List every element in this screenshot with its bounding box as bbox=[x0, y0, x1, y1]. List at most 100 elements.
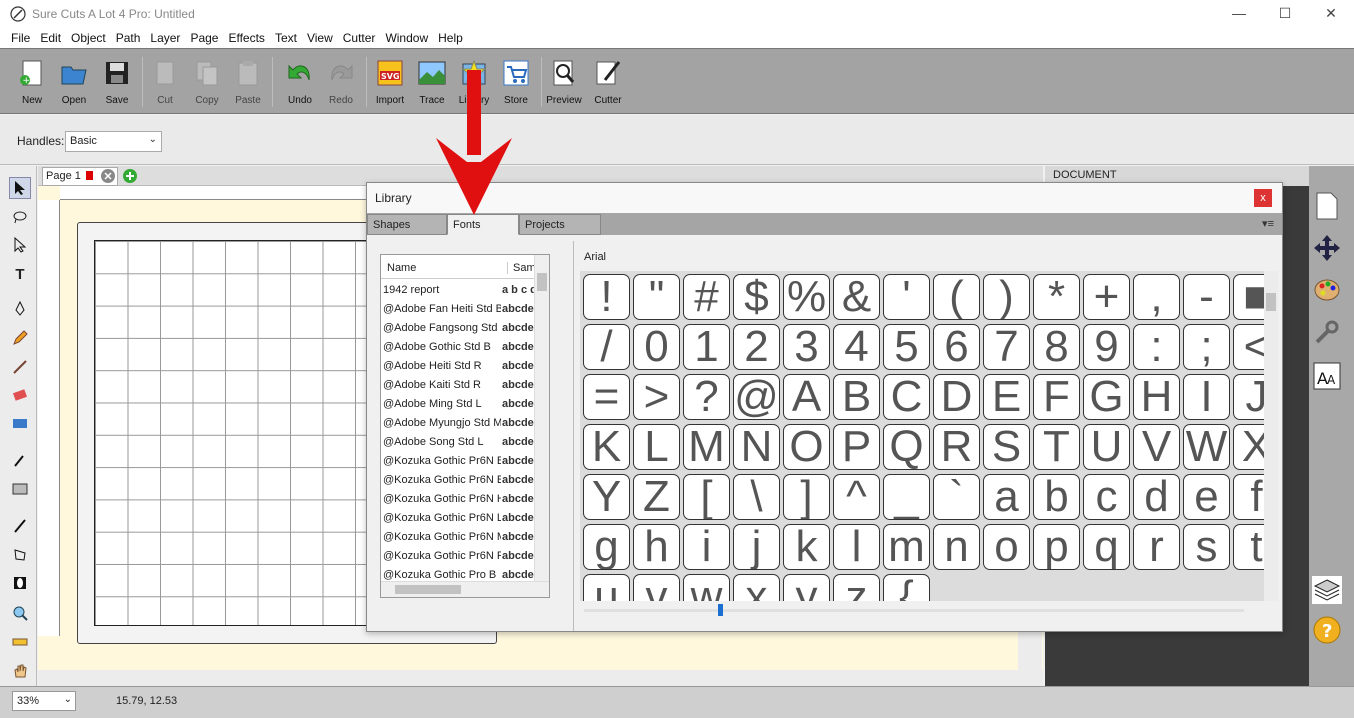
cut-button[interactable]: Cut bbox=[143, 55, 187, 111]
copy-button[interactable]: Copy bbox=[185, 55, 229, 111]
glyph-tile[interactable]: z bbox=[833, 574, 880, 601]
menu-object[interactable]: Object bbox=[66, 31, 111, 45]
glyph-tile[interactable]: ? bbox=[683, 374, 730, 420]
panel-menu-icon[interactable]: ▾≡ bbox=[1262, 217, 1274, 230]
open-button[interactable]: Open bbox=[52, 55, 96, 111]
glyph-tile[interactable]: 9 bbox=[1083, 324, 1130, 370]
weld-icon[interactable] bbox=[9, 572, 31, 594]
library-button[interactable]: Library bbox=[452, 55, 496, 111]
glyph-tile[interactable]: > bbox=[633, 374, 680, 420]
glyph-tile[interactable]: " bbox=[633, 274, 680, 320]
glyph-tile[interactable]: g bbox=[583, 524, 630, 570]
glyph-tile[interactable]: = bbox=[583, 374, 630, 420]
minimize-button[interactable]: — bbox=[1216, 0, 1262, 26]
glyph-tile[interactable]: o bbox=[983, 524, 1030, 570]
glyph-tile[interactable]: D bbox=[933, 374, 980, 420]
glyph-tile[interactable]: : bbox=[1133, 324, 1180, 370]
glyph-tile[interactable]: G bbox=[1083, 374, 1130, 420]
glyph-tile[interactable]: [ bbox=[683, 474, 730, 520]
glyph-tile[interactable]: u bbox=[583, 574, 630, 601]
glyph-tile[interactable]: f bbox=[1233, 474, 1264, 520]
zoom-magnifier-icon[interactable] bbox=[9, 602, 31, 624]
glyph-tile[interactable]: m bbox=[883, 524, 930, 570]
glyph-tile[interactable]: 0 bbox=[633, 324, 680, 370]
glyph-tile[interactable]: # bbox=[683, 274, 730, 320]
tab-fonts[interactable]: Fonts bbox=[447, 214, 519, 235]
new-button[interactable]: + New bbox=[10, 55, 54, 111]
close-page-icon[interactable] bbox=[100, 168, 116, 184]
glyph-tile[interactable]: c bbox=[1083, 474, 1130, 520]
glyph-tile[interactable]: , bbox=[1133, 274, 1180, 320]
font-list-item[interactable]: 1942 report a b c d bbox=[381, 281, 536, 300]
glyph-tile[interactable]: q bbox=[1083, 524, 1130, 570]
glyph-tile[interactable]: ) bbox=[983, 274, 1030, 320]
glyph-tile[interactable]: T bbox=[1033, 424, 1080, 470]
knife-icon[interactable] bbox=[9, 515, 31, 537]
glyph-tile[interactable]: X bbox=[1233, 424, 1264, 470]
handles-dropdown[interactable]: Basic ⌄ bbox=[65, 131, 162, 152]
font-list-item[interactable]: @Kozuka Gothic Pr6N Rabcde bbox=[381, 547, 536, 566]
glyph-tile[interactable]: @ bbox=[733, 374, 780, 420]
glyph-tile[interactable]: k bbox=[783, 524, 830, 570]
color-palette-icon[interactable] bbox=[1311, 274, 1343, 306]
glyph-tile[interactable]: e bbox=[1183, 474, 1230, 520]
glyph-tile[interactable]: 5 bbox=[883, 324, 930, 370]
font-list-item[interactable]: @Adobe Kaiti Std R abcde bbox=[381, 376, 536, 395]
save-button[interactable]: Save bbox=[95, 55, 139, 111]
glyph-vertical-scrollbar[interactable] bbox=[1264, 271, 1278, 601]
glyph-tile[interactable]: 6 bbox=[933, 324, 980, 370]
measure-ruler-icon[interactable] bbox=[9, 631, 31, 653]
font-list-item[interactable]: @Adobe Gothic Std B abcde bbox=[381, 338, 536, 357]
text-tool-icon[interactable]: T bbox=[9, 263, 31, 285]
menu-path[interactable]: Path bbox=[111, 31, 146, 45]
glyph-tile[interactable]: / bbox=[583, 324, 630, 370]
gradient-icon[interactable] bbox=[9, 478, 31, 500]
glyph-tile[interactable]: S bbox=[983, 424, 1030, 470]
glyph-size-slider[interactable] bbox=[584, 604, 1244, 616]
glyph-tile[interactable]: E bbox=[983, 374, 1030, 420]
redo-button[interactable]: Redo bbox=[319, 55, 363, 111]
font-list-horizontal-scrollbar[interactable] bbox=[381, 581, 549, 597]
glyph-tile[interactable]: * bbox=[1033, 274, 1080, 320]
glyph-tile[interactable]: P bbox=[833, 424, 880, 470]
menu-layer[interactable]: Layer bbox=[145, 31, 185, 45]
glyph-tile[interactable]: s bbox=[1183, 524, 1230, 570]
menu-window[interactable]: Window bbox=[380, 31, 433, 45]
font-list-item[interactable]: @Adobe Ming Std L abcde bbox=[381, 395, 536, 414]
glyph-tile[interactable]: l bbox=[833, 524, 880, 570]
cutter-button[interactable]: Cutter bbox=[586, 55, 630, 111]
import-button[interactable]: SVG Import bbox=[368, 55, 412, 111]
transform-icon[interactable] bbox=[9, 544, 31, 566]
close-window-button[interactable]: ✕ bbox=[1308, 0, 1354, 26]
hand-pan-icon[interactable] bbox=[9, 660, 31, 682]
font-list-item[interactable]: @Kozuka Gothic Pr6N Habcde bbox=[381, 490, 536, 509]
glyph-tile[interactable]: b bbox=[1033, 474, 1080, 520]
menu-help[interactable]: Help bbox=[433, 31, 468, 45]
glyph-tile[interactable]: Q bbox=[883, 424, 930, 470]
glyph-tile[interactable]: B bbox=[833, 374, 880, 420]
glyph-tile[interactable]: R bbox=[933, 424, 980, 470]
font-list-item[interactable]: @Adobe Heiti Std R abcde bbox=[381, 357, 536, 376]
font-list-item[interactable]: @Adobe Fan Heiti Std Babcde bbox=[381, 300, 536, 319]
glyph-tile[interactable]: n bbox=[933, 524, 980, 570]
tab-shapes[interactable]: Shapes bbox=[367, 214, 447, 235]
font-list-item[interactable]: @Kozuka Gothic Pr6N Mabcde bbox=[381, 528, 536, 547]
layers-icon[interactable] bbox=[1311, 574, 1343, 606]
wrench-icon[interactable] bbox=[1311, 316, 1343, 348]
font-list-item[interactable]: @Adobe Fangsong Std Rabcde bbox=[381, 319, 536, 338]
font-list-item[interactable]: @Kozuka Gothic Pr6N Babcde bbox=[381, 452, 536, 471]
column-header-name[interactable]: Name bbox=[387, 262, 416, 274]
glyph-tile[interactable]: K bbox=[583, 424, 630, 470]
menu-cutter[interactable]: Cutter bbox=[338, 31, 381, 45]
help-question-icon[interactable]: ? bbox=[1311, 614, 1343, 646]
document-page-icon[interactable] bbox=[1311, 190, 1343, 222]
glyph-tile[interactable]: O bbox=[783, 424, 830, 470]
glyph-tile[interactable]: + bbox=[1083, 274, 1130, 320]
menu-text[interactable]: Text bbox=[270, 31, 302, 45]
glyph-tile[interactable]: r bbox=[1133, 524, 1180, 570]
glyph-tile[interactable]: Z bbox=[633, 474, 680, 520]
font-list-item[interactable]: @Adobe Myungjo Std Mabcde bbox=[381, 414, 536, 433]
glyph-tile[interactable]: L bbox=[633, 424, 680, 470]
select-arrow-icon[interactable] bbox=[9, 177, 31, 199]
glyph-tile[interactable]: ! bbox=[583, 274, 630, 320]
